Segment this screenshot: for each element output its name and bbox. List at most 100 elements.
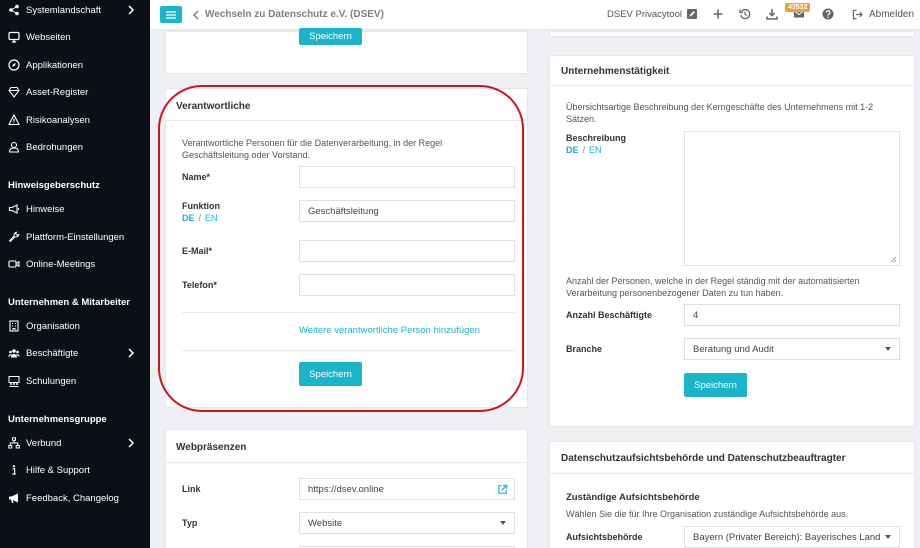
- user-threat-icon: [8, 141, 20, 153]
- branche-label: Branche: [566, 344, 603, 354]
- sidebar-item-schulungen[interactable]: Schulungen: [0, 371, 150, 391]
- lang-separator: /: [582, 145, 586, 155]
- divider: [166, 120, 527, 121]
- anzahl-input[interactable]: 4: [684, 304, 900, 326]
- sidebar-item-label: Online-Meetings: [26, 258, 96, 270]
- plus-icon[interactable]: [712, 8, 724, 20]
- telefon-label: Telefon*: [182, 280, 217, 290]
- lang-de-link[interactable]: DE: [182, 213, 195, 223]
- webpraesenzen-card: Webpräsenzen Link https://dsev.online Ty…: [165, 429, 528, 548]
- sidebar-item-label: Schulungen: [26, 375, 77, 387]
- sidebar-item-feedback-changelog[interactable]: Feedback, Changelog: [0, 488, 150, 508]
- divider: [182, 312, 515, 313]
- upper-card: Speichern: [165, 28, 528, 74]
- info-icon: [8, 464, 20, 476]
- bullhorn-icon: [8, 492, 20, 504]
- sidebar-item-webseiten[interactable]: Webseiten: [0, 27, 150, 47]
- aufsichtsbehoerde-select[interactable]: Bayern (Privater Bereich): Bayerisches L…: [684, 526, 900, 548]
- sidebar: Systemlandschaft Webseiten Applikationen…: [0, 0, 150, 548]
- resize-handle-icon[interactable]: [890, 256, 897, 263]
- verantwortliche-card: Verantwortliche Verantwortliche Personen…: [165, 88, 528, 408]
- share-nodes-icon: [8, 4, 20, 16]
- switch-organisation-link[interactable]: Wechseln zu Datenschutz e.V. (DSEV): [192, 9, 384, 20]
- typ-select[interactable]: Website: [299, 512, 515, 534]
- add-person-link[interactable]: Weitere verantwortliche Person hinzufüge…: [299, 325, 480, 336]
- telefon-input[interactable]: [299, 274, 515, 296]
- sidebar-item-label: Beschäftigte: [26, 347, 79, 359]
- sidebar-item-online-meetings[interactable]: Online-Meetings: [0, 254, 150, 274]
- taetigkeit-description: Übersichtsartige Beschreibung der Kernge…: [566, 102, 874, 124]
- sidebar-item-hilfe-support[interactable]: Hilfe & Support: [0, 460, 150, 480]
- branche-select[interactable]: Beratung und Audit: [684, 338, 900, 360]
- sidebar-item-systemlandschaft[interactable]: Systemlandschaft: [0, 0, 150, 20]
- lang-de-link[interactable]: DE: [566, 145, 579, 155]
- sidebar-item-asset-register[interactable]: Asset-Register: [0, 82, 150, 102]
- aufsichtsbehoerde-select-value: Bayern (Privater Bereich): Bayerisches L…: [693, 531, 881, 543]
- sidebar-item-risikoanalysen[interactable]: Risikoanalysen: [0, 110, 150, 130]
- menu-toggle-button[interactable]: [160, 6, 182, 23]
- link-input[interactable]: https://dsev.online: [299, 478, 515, 500]
- lang-en-link[interactable]: EN: [205, 213, 218, 223]
- topbar: Wechseln zu Datenschutz e.V. (DSEV) DSEV…: [150, 0, 920, 30]
- sidebar-item-hinweise[interactable]: Hinweise: [0, 199, 150, 219]
- logout-icon: [852, 9, 863, 20]
- email-label: E-Mail*: [182, 246, 213, 256]
- caret-down-icon: [500, 521, 506, 525]
- beschreibung-language-switch: DE / EN: [566, 145, 602, 155]
- sidebar-item-beschaeftigte[interactable]: Beschäftigte: [0, 343, 150, 363]
- chevron-right-icon: [128, 5, 135, 15]
- typ-select-value: Website: [308, 517, 343, 529]
- divider: [182, 350, 515, 351]
- video-icon: [8, 258, 20, 270]
- sidebar-section-unternehmen: Unternehmen & Mitarbeiter: [8, 297, 130, 308]
- chevron-right-icon: [128, 348, 135, 358]
- megaphone-icon: [8, 203, 20, 215]
- sidebar-item-label: Asset-Register: [26, 86, 89, 98]
- verantwortliche-description: Verantwortliche Personen für die Datenve…: [182, 138, 443, 160]
- funktion-input[interactable]: Geschäftsleitung: [299, 200, 515, 222]
- aufsicht-title: Datenschutzaufsichtsbehörde und Datensch…: [561, 453, 846, 464]
- external-link-icon[interactable]: [497, 484, 508, 495]
- lang-en-link[interactable]: EN: [589, 145, 602, 155]
- upper-right-card: [549, 31, 915, 37]
- sidebar-item-applikationen[interactable]: Applikationen: [0, 55, 150, 75]
- upper-save-button[interactable]: Speichern: [299, 28, 362, 45]
- sidebar-item-label: Applikationen: [26, 59, 84, 71]
- verantwortliche-save-button[interactable]: Speichern: [299, 362, 362, 386]
- caret-down-icon: [885, 347, 891, 351]
- aufsichtsbehoerde-label: Aufsichtsbehörde: [566, 532, 643, 542]
- beschreibung-textarea[interactable]: [684, 131, 900, 266]
- sidebar-item-bedrohungen[interactable]: Bedrohungen: [0, 137, 150, 157]
- funktion-language-switch: DE / EN: [182, 213, 218, 223]
- building-icon: [8, 320, 20, 332]
- sidebar-item-label: Verbund: [26, 437, 62, 449]
- aufsicht-subtitle: Zuständige Aufsichtsbehörde: [566, 492, 700, 503]
- history-icon[interactable]: [739, 8, 751, 20]
- sidebar-section-hinweisgeberschutz: Hinweisgeberschutz: [8, 180, 100, 191]
- training-icon: [8, 375, 20, 387]
- help-icon[interactable]: [822, 8, 834, 20]
- sidebar-item-label: Organisation: [26, 320, 80, 332]
- logout-button[interactable]: Abmelden: [852, 9, 914, 20]
- sidebar-item-verbund[interactable]: Verbund: [0, 433, 150, 453]
- notification-badge: 43532: [785, 3, 811, 12]
- webpraesenzen-title: Webpräsenzen: [176, 442, 247, 453]
- switch-organisation-label: Wechseln zu Datenschutz e.V. (DSEV): [205, 9, 384, 20]
- sidebar-section-unternehmensgruppe: Unternehmensgruppe: [8, 414, 107, 425]
- anzahl-description: Anzahl der Personen, welche in der Regel…: [566, 276, 860, 298]
- edit-icon[interactable]: [686, 8, 698, 20]
- branche-select-value: Beratung und Audit: [693, 343, 774, 355]
- sidebar-item-label: Systemlandschaft: [26, 4, 101, 16]
- sidebar-item-organisation[interactable]: Organisation: [0, 316, 150, 336]
- name-input[interactable]: [299, 166, 515, 188]
- caret-down-icon: [885, 535, 891, 539]
- email-input[interactable]: [299, 240, 515, 262]
- beschreibung-label: Beschreibung: [566, 133, 627, 143]
- diamond-icon: [8, 86, 20, 98]
- taetigkeit-card: Unternehmenstätigkeit Übersichtsartige B…: [549, 55, 915, 427]
- sidebar-item-plattform-einstellungen[interactable]: Plattform-Einstellungen: [0, 227, 150, 247]
- divider: [550, 85, 914, 86]
- taetigkeit-save-button[interactable]: Speichern: [684, 373, 747, 397]
- download-icon[interactable]: [766, 8, 778, 20]
- sidebar-item-label: Webseiten: [26, 31, 71, 43]
